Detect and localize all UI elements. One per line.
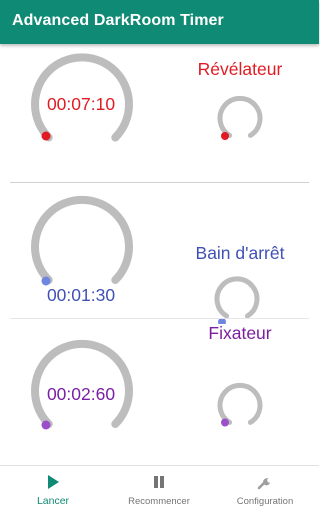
nav-label: Lancer [36, 495, 70, 507]
nav-recommencer[interactable]: Recommencer [106, 466, 212, 513]
timer-bain-arret: 00:01:30 Bain d'arrêt [0, 184, 319, 324]
timer-label: Fixateur [208, 323, 272, 343]
pause-icon [154, 476, 164, 488]
timer-list[interactable]: 00:07:10 Révélateur 00:01:30 Bain d'arrê… [0, 44, 319, 465]
nav-label: Recommencer [128, 496, 190, 507]
divider [10, 182, 309, 183]
wrench-icon [257, 478, 270, 490]
bottom-navigation: Lancer Recommencer Configuration [0, 465, 319, 513]
dial-handle[interactable] [41, 131, 51, 141]
timer-label: Révélateur [197, 59, 283, 79]
nav-lancer[interactable]: Lancer [0, 466, 106, 513]
timer-revelateur: 00:07:10 Révélateur [0, 44, 319, 184]
timer-time: 00:02:60 [46, 384, 116, 404]
app-bar: Advanced DarkRoom Timer [0, 0, 319, 44]
timer-time: 00:07:10 [46, 94, 116, 114]
timer-label: Bain d'arrêt [195, 243, 285, 263]
mini-dial-handle[interactable] [221, 418, 229, 427]
mini-dial-handle[interactable] [221, 132, 229, 140]
app-title: Advanced DarkRoom Timer [12, 12, 224, 29]
nav-label: Configuration [236, 496, 294, 507]
divider [10, 318, 309, 319]
timer-time: 00:01:30 [46, 285, 116, 305]
dial-handle[interactable] [41, 420, 51, 430]
timer-fixateur: 00:02:60 Fixateur [0, 323, 319, 464]
play-icon [48, 475, 59, 489]
nav-configuration[interactable]: Configuration [212, 466, 318, 513]
